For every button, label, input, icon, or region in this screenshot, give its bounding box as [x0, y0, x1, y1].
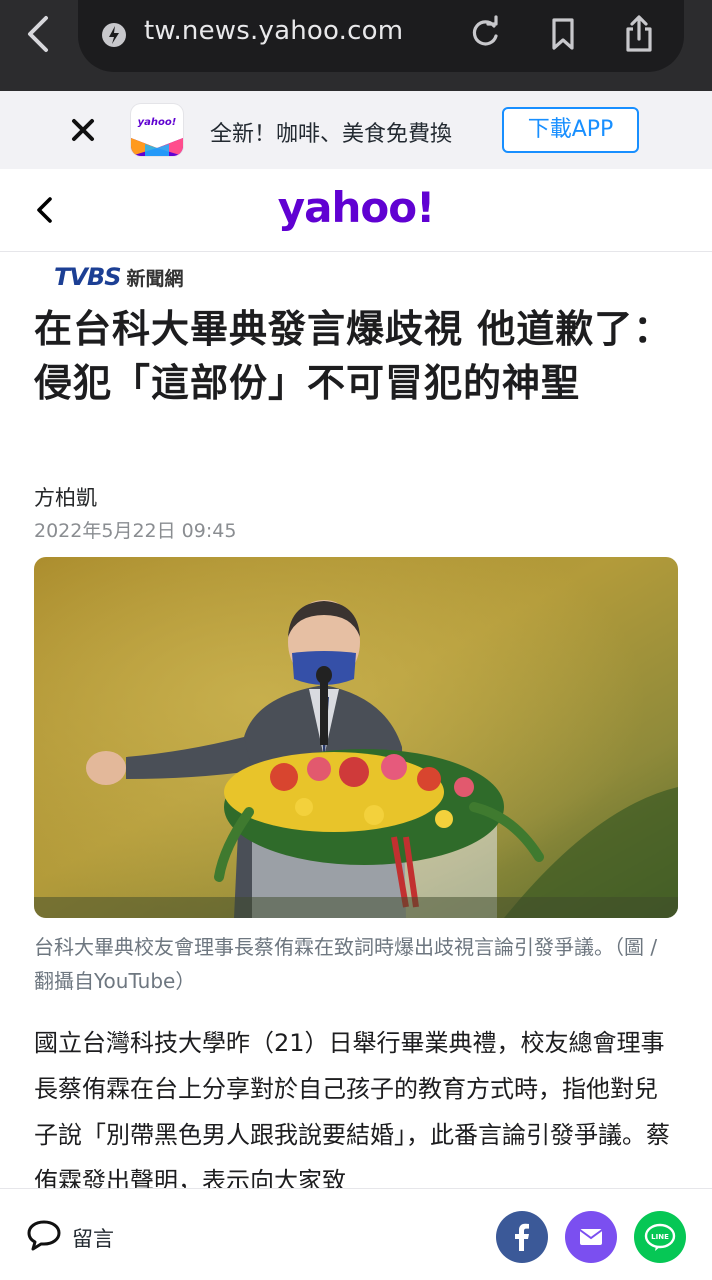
source-name: 新聞網	[126, 267, 184, 290]
article-body: 國立台灣科技大學昨（21）日舉行畢業典禮，校友總會理事長蔡侑霖在台上分享對於自己…	[34, 1029, 670, 1195]
download-app-button[interactable]: 下載APP	[502, 107, 639, 153]
browser-back-icon[interactable]	[22, 14, 56, 54]
article-date: 2022年5月22日 09:45	[34, 520, 237, 542]
svg-text:LINE: LINE	[651, 1233, 669, 1241]
facebook-icon	[515, 1223, 529, 1251]
article-action-bar: 留言 LINE	[0, 1188, 712, 1280]
article-photo[interactable]	[34, 557, 678, 918]
share-icon[interactable]	[620, 14, 658, 54]
article-headline: 在台科大畢典發言爆歧視 他道歉了：侵犯「這部份」不可冒犯的神聖	[34, 307, 673, 405]
yahoo-logo[interactable]: yahoo!	[0, 183, 712, 232]
line-share-button[interactable]: LINE	[634, 1211, 686, 1263]
article-source[interactable]: TVBS 新聞網	[54, 262, 184, 292]
close-icon[interactable]	[66, 113, 100, 147]
bookmark-icon[interactable]	[544, 14, 582, 54]
app-promo-banner: yahoo! 全新！咖啡、美食免費換 下載APP	[0, 91, 712, 169]
reload-icon[interactable]	[466, 14, 504, 54]
yahoo-app-logo: yahoo!	[131, 104, 183, 156]
line-icon: LINE	[644, 1223, 676, 1251]
photo-caption: 台科大畢典校友會理事長蔡侑霖在致詞時爆出歧視言論引發爭議。（圖 / 翻攝自You…	[34, 935, 658, 993]
promo-text: 全新！咖啡、美食免費換	[210, 122, 453, 147]
mail-icon	[579, 1229, 603, 1245]
article-author: 方柏凱	[34, 486, 97, 510]
site-header: yahoo!	[0, 169, 712, 252]
site-info-icon[interactable]	[100, 21, 128, 49]
mail-share-button[interactable]	[565, 1211, 617, 1263]
url-text: tw.news.yahoo.com	[144, 16, 404, 46]
browser-toolbar: tw.news.yahoo.com	[0, 0, 712, 91]
facebook-share-button[interactable]	[496, 1211, 548, 1263]
source-brand-logo: TVBS	[54, 263, 122, 291]
comment-label[interactable]: 留言	[72, 1223, 114, 1253]
comment-icon[interactable]	[26, 1219, 62, 1251]
address-bar[interactable]: tw.news.yahoo.com	[78, 0, 684, 72]
